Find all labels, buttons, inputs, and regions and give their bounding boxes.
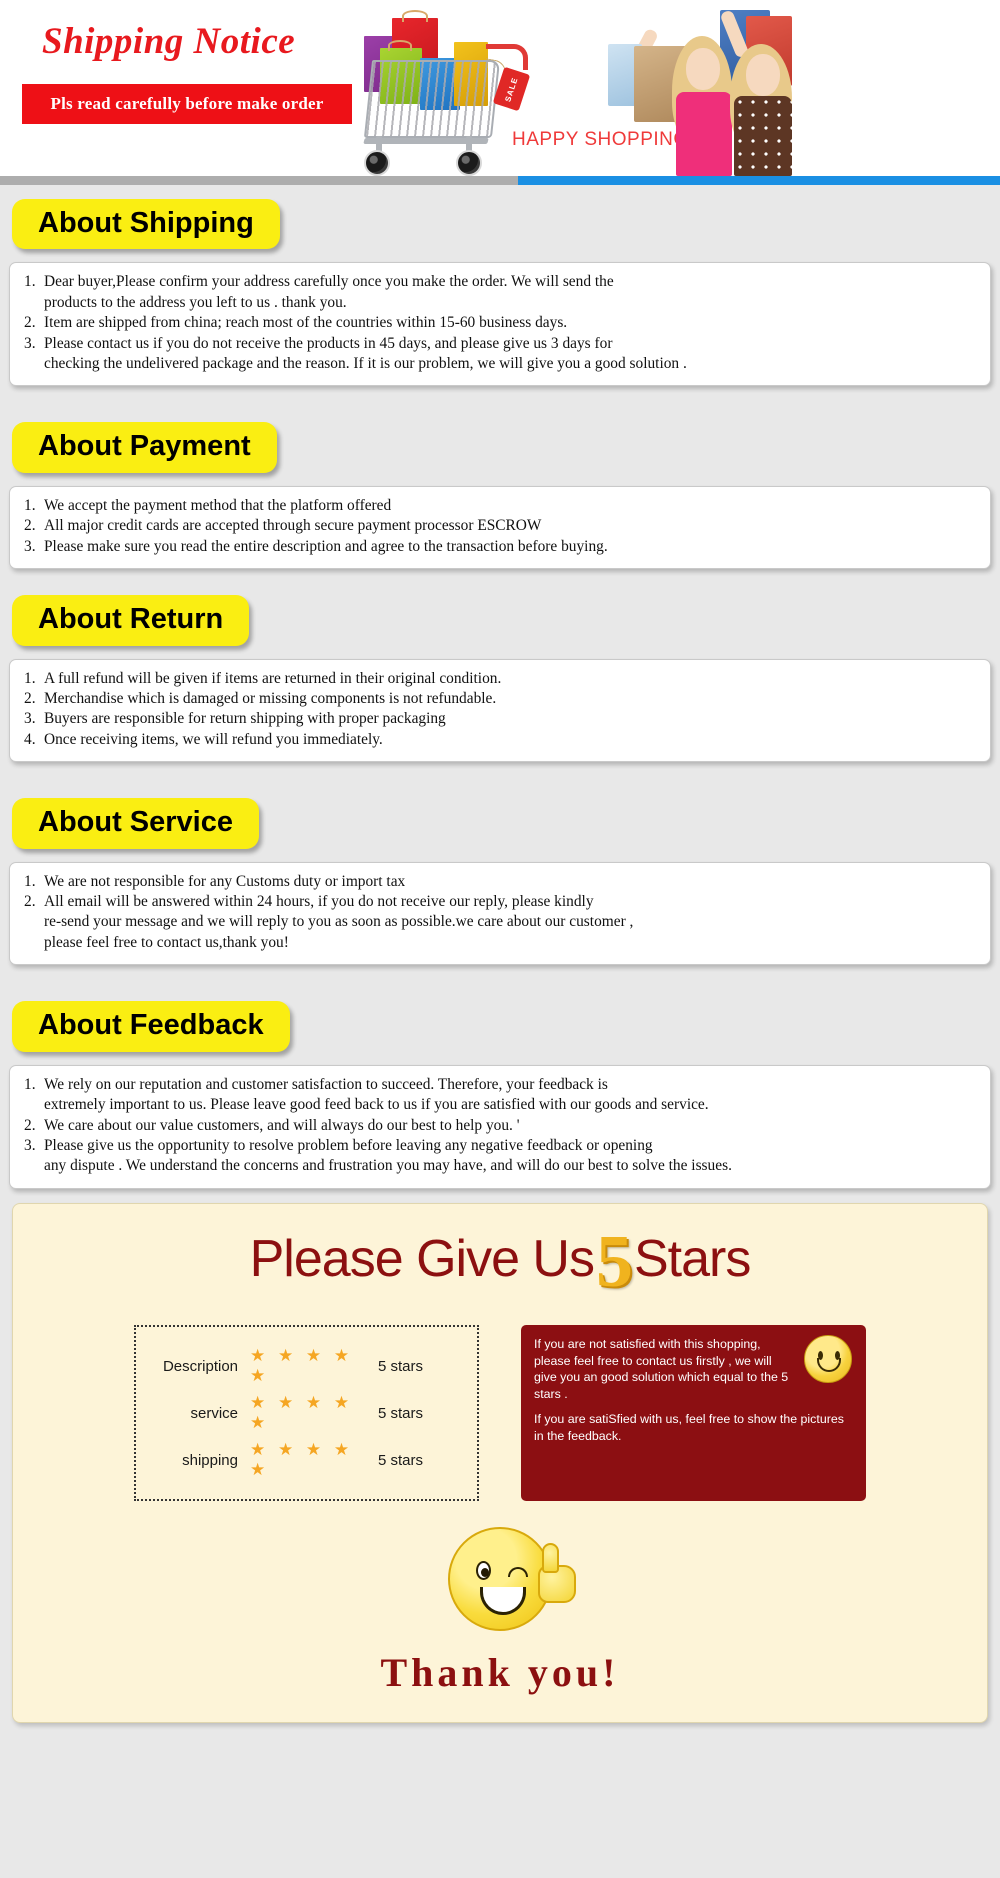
rating-value: 5 stars — [378, 1357, 424, 1375]
promo-title-part1: Please Give Us — [249, 1229, 595, 1288]
star-rating-icon: ★ ★ ★ ★ ★ — [250, 1346, 354, 1386]
list-about-feedback: We rely on our reputation and customer s… — [24, 1075, 976, 1177]
cart-wheel-icon — [456, 150, 482, 176]
list-item: A full refund will be given if items are… — [24, 669, 502, 690]
face-icon — [686, 48, 720, 90]
card-about-payment: We accept the payment method that the pl… — [9, 485, 991, 570]
thumbs-up-emoji — [13, 1527, 987, 1639]
winking-face-icon — [448, 1527, 576, 1632]
five-star-promo: Please Give Us5Stars Description ★ ★ ★ ★… — [12, 1202, 988, 1724]
thank-you-text: Thank you! — [380, 1650, 620, 1696]
rating-label: service — [190, 1404, 238, 1422]
list-item: All email will be answered within 24 hou… — [24, 892, 634, 951]
smile-mouth-icon — [480, 1587, 526, 1616]
blue-accent-bar — [518, 176, 1000, 185]
card-about-feedback: We rely on our reputation and customer s… — [9, 1064, 991, 1189]
list-about-payment: We accept the payment method that the pl… — [24, 496, 976, 558]
rating-value: 5 stars — [378, 1451, 424, 1469]
satisfaction-notice-box: If you are not satisfied with this shopp… — [521, 1325, 866, 1502]
list-item: Item are shipped from china; reach most … — [24, 313, 568, 334]
section-about-payment: About Payment We accept the payment meth… — [0, 422, 1000, 570]
list-item: We rely on our reputation and customer s… — [24, 1075, 709, 1114]
list-item: Please contact us if you do not receive … — [24, 334, 687, 373]
cart-wheel-icon — [364, 150, 390, 176]
thumb-icon — [542, 1543, 559, 1574]
section-about-feedback: About Feedback We rely on our reputation… — [0, 1001, 1000, 1189]
shipping-notice-page: Shipping Notice Pls read carefully befor… — [0, 0, 1000, 1724]
eye-open-icon — [476, 1561, 491, 1581]
rating-row: shipping ★ ★ ★ ★ ★ 5 stars — [146, 1440, 461, 1480]
bag-handle-icon — [402, 10, 428, 22]
sale-tag-label: SALE — [503, 75, 520, 103]
notice-line-1: If you are not satisfied with this shopp… — [534, 1337, 789, 1401]
list-item: We are not responsible for any Customs d… — [24, 872, 406, 893]
gray-rule — [0, 176, 518, 185]
rating-row: Description ★ ★ ★ ★ ★ 5 stars — [146, 1346, 461, 1386]
badge-about-shipping: About Shipping — [12, 199, 280, 250]
header-divider — [0, 176, 1000, 185]
list-item: Once receiving items, we will refund you… — [24, 730, 383, 751]
section-about-return: About Return A full refund will be given… — [0, 595, 1000, 763]
list-item: We accept the payment method that the pl… — [24, 496, 392, 517]
header-banner: Pls read carefully before make order — [22, 84, 352, 124]
rating-table: Description ★ ★ ★ ★ ★ 5 stars service ★ … — [134, 1325, 479, 1502]
page-header: Shipping Notice Pls read carefully befor… — [0, 0, 1000, 176]
star-rating-icon: ★ ★ ★ ★ ★ — [250, 1393, 354, 1433]
cart-basket-icon — [363, 60, 501, 138]
list-item: Please give us the opportunity to resolv… — [24, 1136, 732, 1175]
eye-wink-icon — [508, 1567, 528, 1578]
promo-title: Please Give Us5Stars — [13, 1220, 987, 1303]
rating-value: 5 stars — [378, 1404, 424, 1422]
list-about-return: A full refund will be given if items are… — [24, 669, 976, 751]
page-title: Shipping Notice — [42, 21, 296, 62]
list-item: Dear buyer,Please confirm your address c… — [24, 272, 614, 311]
rating-label: Description — [162, 1357, 238, 1375]
rating-label: shipping — [182, 1451, 238, 1469]
thumbs-up-icon — [534, 1543, 580, 1605]
section-about-shipping: About Shipping Dear buyer,Please confirm… — [0, 199, 1000, 387]
card-about-shipping: Dear buyer,Please confirm your address c… — [9, 262, 991, 387]
list-item: We care about our value customers, and w… — [24, 1116, 520, 1137]
list-about-service: We are not responsible for any Customs d… — [24, 872, 976, 954]
smiley-mouth-icon — [817, 1358, 841, 1373]
notice-content: About Shipping Dear buyer,Please confirm… — [0, 185, 1000, 1724]
shoppers-photo — [600, 0, 830, 176]
promo-title-number: 5 — [596, 1220, 633, 1303]
badge-about-feedback: About Feedback — [12, 1001, 290, 1052]
section-about-service: About Service We are not responsible for… — [0, 798, 1000, 966]
badge-about-service: About Service — [12, 798, 259, 849]
list-about-shipping: Dear buyer,Please confirm your address c… — [24, 272, 976, 374]
notice-line-2: If you are satiSfied with us, feel free … — [534, 1412, 844, 1443]
star-rating-icon: ★ ★ ★ ★ ★ — [250, 1440, 354, 1480]
list-item: Buyers are responsible for return shippi… — [24, 709, 446, 730]
face-icon — [746, 54, 780, 96]
badge-about-return: About Return — [12, 595, 250, 646]
smiley-face-icon — [804, 1335, 852, 1384]
bag-handle-icon — [388, 40, 412, 51]
list-item: All major credit cards are accepted thro… — [24, 516, 542, 537]
list-item: Merchandise which is damaged or missing … — [24, 689, 497, 710]
promo-title-part2: Stars — [634, 1229, 751, 1288]
rating-row: service ★ ★ ★ ★ ★ 5 stars — [146, 1393, 461, 1433]
top-pink-icon — [676, 92, 732, 176]
promo-row: Description ★ ★ ★ ★ ★ 5 stars service ★ … — [13, 1325, 987, 1502]
card-about-return: A full refund will be given if items are… — [9, 658, 991, 763]
badge-about-payment: About Payment — [12, 422, 277, 473]
top-polkadot-icon — [734, 96, 792, 176]
header-banner-text: Pls read carefully before make order — [50, 94, 324, 113]
list-item: Please make sure you read the entire des… — [24, 537, 608, 558]
card-about-service: We are not responsible for any Customs d… — [9, 861, 991, 966]
